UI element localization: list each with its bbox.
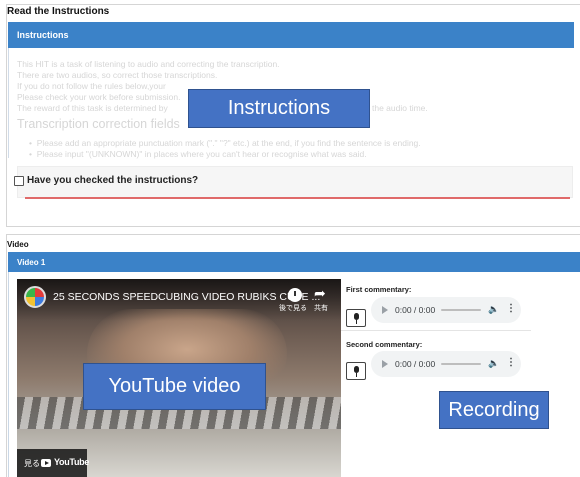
first-audio-player[interactable]: 0:00 / 0:00 🔈 ⋮ xyxy=(371,297,521,323)
instructions-header-label: Instructions xyxy=(17,30,69,40)
validation-line xyxy=(25,197,570,199)
watch-on-youtube-button[interactable]: 見る YouTube xyxy=(17,449,90,477)
second-audio-player[interactable]: 0:00 / 0:00 🔈 ⋮ xyxy=(371,351,521,377)
audio-time: 0:00 / 0:00 xyxy=(395,305,436,315)
audio-time: 0:00 / 0:00 xyxy=(395,359,436,369)
instruction-line: If you do not follow the rules below,you… xyxy=(17,81,166,91)
instructions-checkbox[interactable] xyxy=(14,176,24,186)
microphone-stand xyxy=(356,373,357,377)
instruction-line: There are two audios, so correct those t… xyxy=(17,70,218,80)
share-icon[interactable]: ➦ xyxy=(314,285,326,302)
more-icon[interactable]: ⋮ xyxy=(506,357,516,368)
watch-later-icon[interactable] xyxy=(288,288,302,302)
youtube-logo-icon xyxy=(41,459,51,467)
instruction-bullet: • Please input "(UNKNOWN)" in places whe… xyxy=(29,149,367,159)
second-commentary-label: Second commentary: xyxy=(346,340,423,349)
more-icon[interactable]: ⋮ xyxy=(506,303,516,314)
volume-icon[interactable]: 🔈 xyxy=(488,358,499,369)
youtube-logo-text: YouTube xyxy=(54,457,90,467)
instructions-section-title: Read the Instructions xyxy=(7,6,110,17)
instruction-line: This HIT is a task of listening to audio… xyxy=(17,59,280,69)
video-header-label: Video 1 xyxy=(17,258,46,267)
video-section-title: Video xyxy=(7,240,29,249)
watch-on-label: 見る xyxy=(24,459,40,468)
play-icon[interactable] xyxy=(382,360,388,368)
first-record-button[interactable] xyxy=(346,309,366,327)
youtube-callout: YouTube video xyxy=(83,363,266,410)
instructions-header: Instructions xyxy=(8,22,574,48)
share-label[interactable]: 共有 xyxy=(314,303,328,313)
instruction-bullet: • Please add an appropriate punctuation … xyxy=(29,138,421,148)
audio-seek-bar[interactable] xyxy=(441,363,481,365)
instructions-callout: Instructions xyxy=(188,89,370,128)
recording-divider xyxy=(341,330,531,331)
watch-later-label[interactable]: 後で見る xyxy=(279,303,307,313)
first-commentary-label: First commentary: xyxy=(346,285,412,294)
instruction-line: Please check your work before submission… xyxy=(17,92,181,102)
instruction-line: the audio time. xyxy=(372,103,428,113)
microphone-stand xyxy=(356,320,357,324)
channel-avatar-icon[interactable] xyxy=(24,286,46,308)
microphone-icon xyxy=(354,366,359,373)
fields-heading: Transcription correction fields xyxy=(17,117,180,131)
video-header: Video 1 xyxy=(8,252,580,272)
instruction-line: The reward of this task is determined by xyxy=(17,103,168,113)
play-icon[interactable] xyxy=(382,306,388,314)
recording-callout: Recording xyxy=(439,391,549,429)
audio-seek-bar[interactable] xyxy=(441,309,481,311)
volume-icon[interactable]: 🔈 xyxy=(488,304,499,315)
instructions-checkbox-label[interactable]: Have you checked the instructions? xyxy=(27,175,198,186)
video-title[interactable]: 25 SECONDS SPEEDCUBING VIDEO RUBIKS CUBE… xyxy=(53,291,320,303)
microphone-icon xyxy=(354,313,359,320)
second-record-button[interactable] xyxy=(346,362,366,380)
